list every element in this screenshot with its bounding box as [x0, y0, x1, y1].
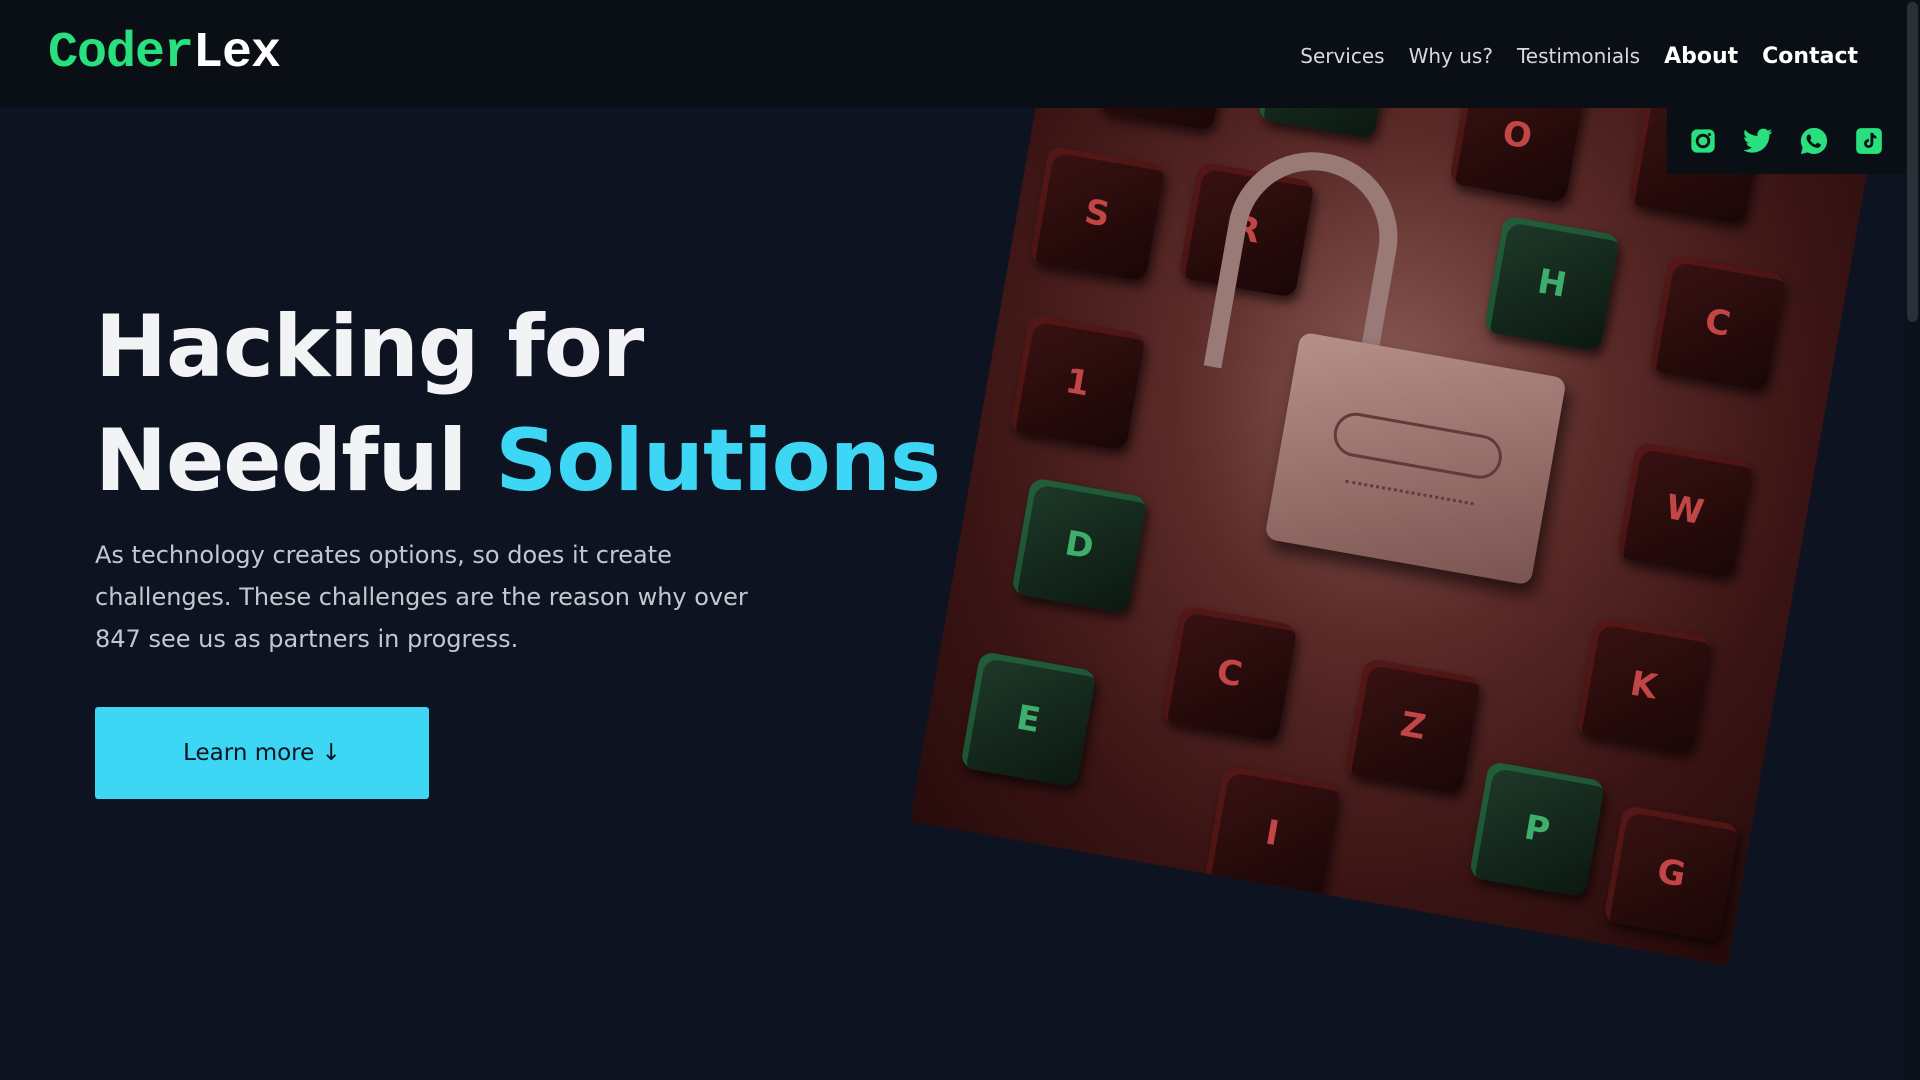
nav-link-testimonials[interactable]: Testimonials [1517, 40, 1640, 72]
nav-link-why-us[interactable]: Why us? [1409, 40, 1493, 72]
nav-link-contact[interactable]: Contact [1762, 41, 1858, 73]
keycap-image: S [1028, 145, 1166, 282]
keycap-image: D [1011, 477, 1148, 614]
padlock-brand-plate [1330, 409, 1506, 483]
hero-title-line1: Hacking for [95, 297, 644, 397]
keycap-image: C [1161, 605, 1298, 742]
padlock-serial [1343, 479, 1474, 519]
logo-lex: Lex [193, 25, 281, 82]
tiktok-icon[interactable] [1854, 126, 1884, 156]
nav-link-about[interactable]: About [1664, 41, 1738, 73]
hero-title-accent: Solutions [495, 411, 941, 511]
nav-link-services[interactable]: Services [1300, 40, 1384, 72]
keycap-image: W [1616, 441, 1754, 579]
logo-coder: Coder [48, 25, 194, 82]
learn-more-button[interactable]: Learn more ↓ [95, 707, 429, 799]
keycap-image: K [1575, 617, 1712, 754]
whatsapp-icon[interactable] [1799, 126, 1829, 156]
keycap-image: G [1603, 804, 1740, 942]
hero-description: As technology creates options, so does i… [95, 541, 748, 653]
hero-title-line2: Needful [95, 411, 496, 511]
keycap-image: E [960, 650, 1097, 788]
twitter-icon[interactable] [1743, 126, 1773, 156]
navbar: CoderLex Services Why us? Testimonials A… [0, 0, 1905, 108]
padlock-body [1264, 331, 1567, 586]
keycap-image: H [1483, 215, 1621, 352]
keycap-image: Z [1344, 657, 1482, 795]
hero-title: Hacking for Needful Solutions [95, 290, 941, 518]
keycap-image: C [1649, 254, 1787, 392]
nav-links: Services Why us? Testimonials About Cont… [1276, 40, 1858, 73]
social-bar [1667, 108, 1905, 174]
scrollbar-thumb[interactable] [1907, 2, 1918, 322]
instagram-icon[interactable] [1688, 126, 1718, 156]
scrollbar-track[interactable] [1905, 0, 1920, 1080]
keycap-image: 1 [1009, 314, 1146, 452]
keycap-image: I [1203, 765, 1341, 902]
keycap-image: P [1468, 760, 1606, 898]
logo[interactable]: CoderLex [48, 22, 281, 86]
